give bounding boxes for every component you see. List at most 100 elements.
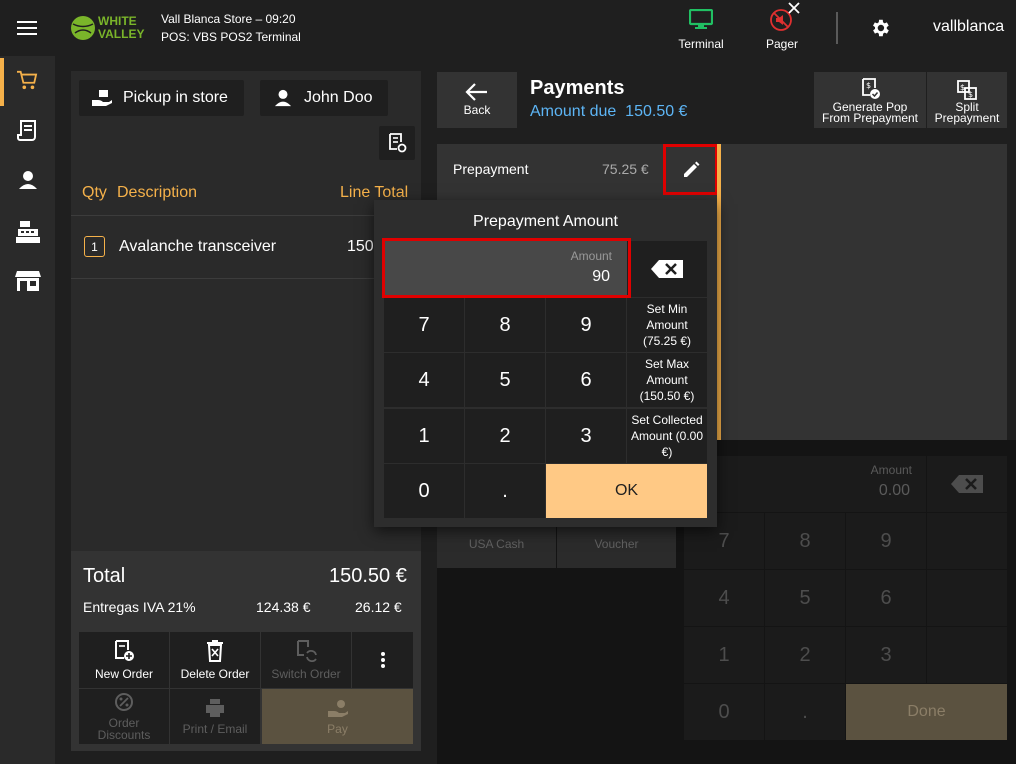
tax-base: 124.38 €	[256, 599, 311, 615]
dialog-key-4[interactable]: 4	[384, 353, 464, 407]
dialog-key-5[interactable]: 5	[465, 353, 545, 407]
back-button[interactable]: Back	[437, 72, 517, 128]
svg-text:$: $	[968, 90, 973, 99]
line-description: Avalanche transceiver	[119, 238, 277, 255]
monitor-icon	[689, 9, 713, 29]
amount-highlight	[382, 238, 631, 298]
payment-key-5[interactable]: 5	[765, 570, 845, 626]
dialog-backspace-button[interactable]	[627, 241, 707, 297]
voucher-button[interactable]: Voucher	[557, 520, 676, 568]
payments-title: Payments	[530, 77, 625, 99]
new-order-label: New Order	[94, 667, 153, 681]
switch-order-button[interactable]: Switch Order	[261, 632, 351, 688]
cash-register-icon[interactable]	[15, 220, 41, 244]
arrow-left-icon	[465, 83, 487, 101]
dialog-key-3[interactable]: 3	[546, 409, 626, 463]
store-icon[interactable]	[15, 270, 41, 292]
usa-cash-button[interactable]: USA Cash	[437, 520, 556, 568]
total-label: Total	[83, 565, 126, 587]
delete-order-label: Delete Order	[180, 667, 250, 681]
receipt-check-icon: $	[862, 78, 880, 99]
payment-key-9[interactable]: 9	[846, 513, 926, 569]
svg-text:$: $	[866, 81, 871, 90]
payment-amount-value: 0.00	[878, 482, 910, 499]
tax-label: Entregas IVA 21%	[83, 599, 196, 615]
receipt-gear-icon	[389, 133, 407, 153]
dialog-key-6[interactable]: 6	[546, 353, 626, 407]
hand-package-icon	[92, 90, 112, 106]
generate-pop-button[interactable]: $ Generate Pop From Prepayment	[814, 72, 926, 128]
payment-key-1[interactable]: 1	[684, 627, 764, 683]
menu-icon[interactable]	[14, 16, 40, 40]
ok-button[interactable]: OK	[546, 464, 707, 518]
payment-key-3[interactable]: 3	[846, 627, 926, 683]
payment-details-area	[721, 144, 1007, 440]
dialog-key-dot[interactable]: .	[465, 464, 545, 518]
payment-key-dot[interactable]: .	[765, 684, 845, 740]
divider	[71, 278, 421, 279]
edit-highlight	[663, 144, 718, 195]
total-value: 150.50 €	[329, 565, 407, 587]
logo: WHITE VALLEY	[70, 13, 150, 43]
payment-key-6[interactable]: 6	[846, 570, 926, 626]
receipt-settings-button[interactable]	[379, 126, 415, 160]
payment-backspace-button[interactable]	[927, 456, 1007, 512]
set-max-button[interactable]: Set Max Amount (150.50 €)	[627, 353, 707, 407]
gear-icon[interactable]	[869, 17, 891, 39]
done-button[interactable]: Done	[846, 684, 1007, 740]
print-email-button[interactable]: Print / Email	[170, 689, 260, 744]
dialog-key-9[interactable]: 9	[546, 298, 626, 352]
pickup-in-store-button[interactable]: Pickup in store	[79, 80, 244, 116]
pager-label: Pager	[765, 37, 799, 51]
dialog-key-1[interactable]: 1	[384, 409, 464, 463]
pager-button[interactable]: Pager	[752, 0, 812, 52]
new-order-button[interactable]: New Order	[79, 632, 169, 688]
delete-order-button[interactable]: Delete Order	[170, 632, 260, 688]
order-discounts-button[interactable]: Order Discounts	[79, 689, 169, 744]
customer-label: John Doo	[304, 89, 373, 106]
payment-amount-label: Amount	[870, 463, 912, 477]
pay-button[interactable]: Pay	[262, 689, 413, 744]
dialog-key-2[interactable]: 2	[465, 409, 545, 463]
receipt-icon[interactable]	[17, 120, 37, 142]
payment-key-blank	[927, 513, 1007, 569]
dialog-key-0[interactable]: 0	[384, 464, 464, 518]
logo-line2: VALLEY	[98, 27, 145, 41]
payment-key-2[interactable]: 2	[765, 627, 845, 683]
set-min-button[interactable]: Set Min Amount (75.25 €)	[627, 298, 707, 352]
set-collected-button[interactable]: Set Collected Amount (0.00 €)	[627, 409, 707, 463]
hand-coin-icon	[327, 699, 348, 717]
new-receipt-icon	[115, 640, 134, 661]
prepayment-value: 75.25 €	[602, 161, 649, 177]
payment-amount-display: Amount 0.00	[684, 456, 926, 512]
payment-key-blank	[927, 570, 1007, 626]
payment-key-0[interactable]: 0	[684, 684, 764, 740]
terminal-button[interactable]: Terminal	[670, 6, 732, 52]
discount-icon	[115, 693, 133, 711]
backspace-icon	[951, 475, 983, 493]
terminal-info: POS: VBS POS2 Terminal	[161, 30, 301, 44]
customer-icon[interactable]	[18, 170, 38, 190]
switch-order-label: Switch Order	[271, 667, 341, 681]
line-total: 150	[347, 238, 374, 255]
backspace-icon	[651, 260, 683, 278]
cart-icon[interactable]	[16, 70, 38, 90]
generate-pop-label: Generate Pop From Prepayment	[821, 100, 919, 125]
payment-key-blank	[927, 627, 1007, 683]
payment-key-8[interactable]: 8	[765, 513, 845, 569]
table-row[interactable]: 1 Avalanche transceiver 150	[71, 216, 421, 278]
split-prepayment-button[interactable]: $ $ Split Prepayment	[927, 72, 1007, 128]
dialog-title: Prepayment Amount	[473, 213, 618, 230]
payment-key-4[interactable]: 4	[684, 570, 764, 626]
dialog-key-8[interactable]: 8	[465, 298, 545, 352]
top-bar: WHITE VALLEY Vall Blanca Store – 09:20 P…	[0, 0, 1016, 56]
customer-button[interactable]: John Doo	[260, 80, 388, 116]
dialog-key-7[interactable]: 7	[384, 298, 464, 352]
person-icon	[274, 89, 292, 107]
logo-ball-icon	[71, 16, 95, 40]
user-name[interactable]: vallblanca	[933, 18, 1004, 36]
printer-icon	[206, 699, 224, 717]
split-icon: $$	[957, 80, 977, 100]
pay-label: Pay	[327, 721, 348, 736]
more-options-button[interactable]	[352, 632, 413, 688]
